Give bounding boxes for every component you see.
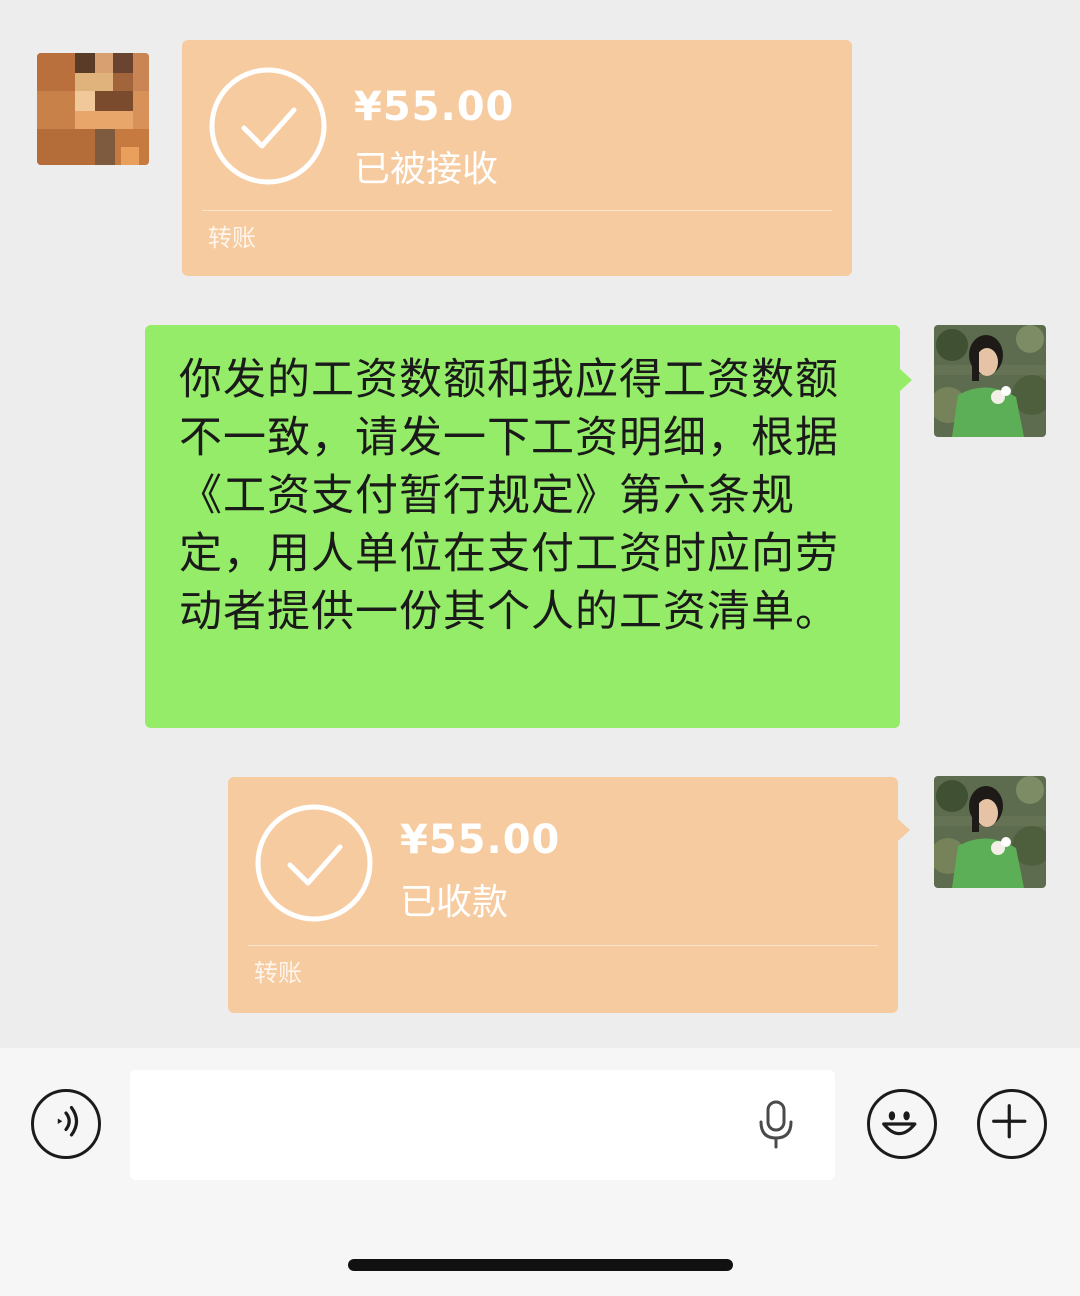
text-message-bubble[interactable]: 你发的工资数额和我应得工资数额不一致，请发一下工资明细，根据《工资支付暂行规定》…	[145, 325, 912, 728]
home-indicator[interactable]	[348, 1259, 733, 1271]
pixelated-avatar-image	[37, 53, 149, 165]
check-circle-icon	[255, 804, 373, 922]
microphone-icon[interactable]	[756, 1100, 796, 1150]
voice-mode-icon	[57, 1105, 79, 1137]
transfer-status: 已收款	[400, 882, 509, 923]
transfer-divider	[202, 210, 832, 211]
emoji-icon	[882, 1111, 917, 1136]
user-photo-avatar	[934, 776, 1046, 888]
voice-mode-button[interactable]	[31, 1089, 101, 1159]
plus-icon	[992, 1104, 1027, 1139]
more-button[interactable]	[977, 1089, 1047, 1159]
check-circle-icon	[209, 67, 327, 185]
transfer-label: 转账	[254, 959, 302, 987]
bubble-tail	[900, 369, 912, 391]
transfer-bubble-sent[interactable]: ¥55.00 已收款 转账	[228, 777, 910, 1013]
transfer-status: 已被接收	[354, 149, 499, 190]
message-text: 你发的工资数额和我应得工资数额不一致，请发一下工资明细，根据《工资支付暂行规定》…	[179, 355, 839, 637]
transfer-bubble-received[interactable]: ¥55.00 已被接收 转账	[182, 40, 852, 276]
my-avatar[interactable]	[934, 325, 1046, 437]
transfer-divider	[248, 945, 878, 946]
user-photo-avatar	[934, 325, 1046, 437]
transfer-amount: ¥55.00	[354, 84, 515, 130]
bubble-tail	[898, 819, 910, 841]
contact-avatar[interactable]	[37, 53, 149, 165]
emoji-button[interactable]	[867, 1089, 937, 1159]
transfer-amount: ¥55.00	[400, 817, 561, 863]
my-avatar[interactable]	[934, 776, 1046, 888]
transfer-label: 转账	[208, 224, 256, 252]
message-input[interactable]	[130, 1070, 835, 1180]
